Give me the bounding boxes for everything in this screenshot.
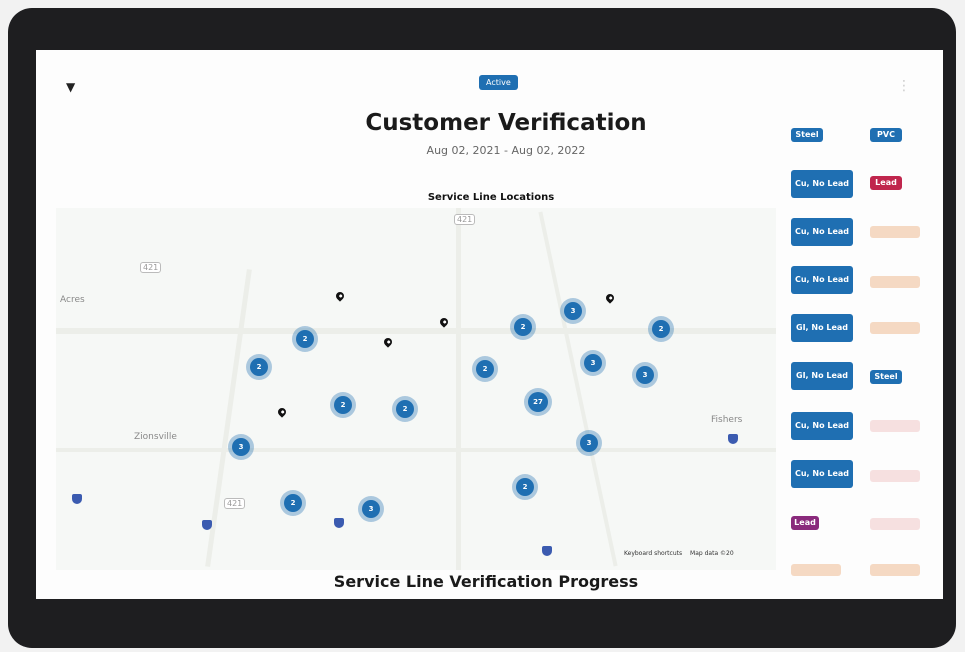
location-pin-icon[interactable] (276, 406, 288, 418)
map-cluster[interactable]: 3 (584, 354, 602, 372)
interstate-shield-icon (72, 494, 82, 504)
material-badge-faded (870, 420, 920, 432)
location-pin-icon[interactable] (334, 290, 346, 302)
map-cluster[interactable]: 2 (396, 400, 414, 418)
map-data-credit: Map data ©20 (690, 550, 734, 557)
material-badge-cu-no-lead[interactable]: Cu, No Lead (791, 170, 853, 198)
place-label-acres: Acres (60, 295, 85, 305)
material-badge-faded (870, 276, 920, 288)
route-shield: 421 (224, 498, 246, 509)
material-badge-steel[interactable]: Steel (870, 370, 902, 384)
material-badge-faded (870, 518, 920, 530)
location-pin-icon[interactable] (382, 336, 394, 348)
keyboard-shortcuts-link[interactable]: Keyboard shortcuts (624, 550, 682, 557)
map-cluster[interactable]: 2 (334, 396, 352, 414)
place-label-zionsville: Zionsville (134, 432, 177, 442)
map-cluster[interactable]: 2 (296, 330, 314, 348)
map-cluster[interactable]: 27 (528, 392, 548, 412)
interstate-shield-icon (542, 546, 552, 556)
date-range: Aug 02, 2021 - Aug 02, 2022 (426, 144, 586, 157)
location-pin-icon[interactable] (438, 316, 450, 328)
material-badge-lead[interactable]: Lead (791, 516, 819, 530)
material-badge-cu-no-lead[interactable]: Cu, No Lead (791, 412, 853, 440)
map-cluster[interactable]: 2 (250, 358, 268, 376)
material-badge-gi-no-lead[interactable]: GI, No Lead (791, 362, 853, 390)
map-cluster[interactable]: 3 (362, 500, 380, 518)
location-pin-icon[interactable] (604, 292, 616, 304)
map-cluster[interactable]: 3 (636, 366, 654, 384)
interstate-shield-icon (728, 434, 738, 444)
map-title: Service Line Locations (427, 192, 555, 203)
material-badge-faded (870, 322, 920, 334)
place-label-fishers: Fishers (711, 415, 743, 425)
material-badge-gi-no-lead[interactable]: GI, No Lead (791, 314, 853, 342)
map-cluster[interactable]: 2 (516, 478, 534, 496)
map-cluster[interactable]: 2 (514, 318, 532, 336)
map-cluster[interactable]: 2 (476, 360, 494, 378)
material-badge-faded (870, 470, 920, 482)
map-attribution: Keyboard shortcuts Map data ©20 (624, 550, 740, 557)
material-badge-steel[interactable]: Steel (791, 128, 823, 142)
map-cluster[interactable]: 2 (284, 494, 302, 512)
map-cluster[interactable]: 2 (652, 320, 670, 338)
route-shield: 421 (454, 214, 476, 225)
status-pill[interactable]: Active (479, 75, 518, 90)
material-badge-pvc[interactable]: PVC (870, 128, 902, 142)
map-cluster[interactable]: 3 (564, 302, 582, 320)
material-badge-faded (791, 564, 841, 576)
map-cluster[interactable]: 3 (580, 434, 598, 452)
interstate-shield-icon (202, 520, 212, 530)
material-badge-cu-no-lead[interactable]: Cu, No Lead (791, 218, 853, 246)
service-line-map[interactable]: Acres Zionsville Fishers 421 421 421 2 2… (56, 208, 776, 570)
chevron-down-icon[interactable]: ▼ (66, 80, 75, 94)
interstate-shield-icon (334, 518, 344, 528)
material-badge-faded (870, 564, 920, 576)
dashboard-screen: ▼ ⋮ Active Customer Verification Aug 02,… (36, 50, 943, 599)
route-shield: 421 (140, 262, 162, 273)
material-badge-cu-no-lead[interactable]: Cu, No Lead (791, 266, 853, 294)
more-options-icon[interactable]: ⋮ (897, 78, 911, 94)
map-cluster[interactable]: 3 (232, 438, 250, 456)
section-title: Service Line Verification Progress (333, 572, 639, 591)
material-badge-cu-no-lead[interactable]: Cu, No Lead (791, 460, 853, 488)
material-badge-faded (870, 226, 920, 238)
material-badge-lead[interactable]: Lead (870, 176, 902, 190)
page-title: Customer Verification (365, 110, 647, 136)
